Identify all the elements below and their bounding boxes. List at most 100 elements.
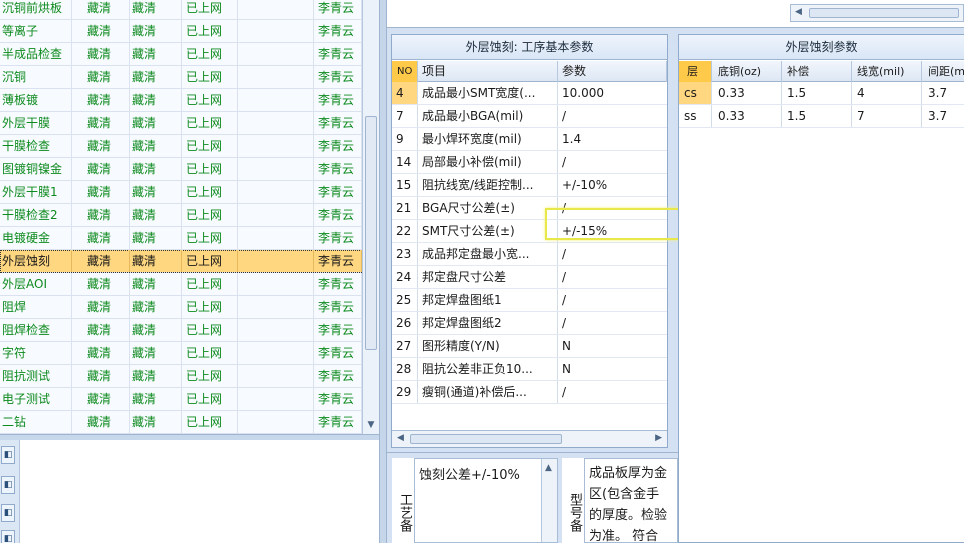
process-cell[interactable]: 李青云	[314, 112, 362, 134]
process-cell[interactable]: 电镀硬金	[0, 227, 72, 249]
params-row[interactable]: 26 邦定焊盘图纸2/	[392, 312, 667, 335]
etch-row[interactable]: ss 0.33 1.5 7 3.7	[679, 105, 964, 128]
process-cell[interactable]: 李青云	[314, 273, 362, 295]
process-cell[interactable]: 藏清	[130, 158, 182, 180]
process-cell[interactable]	[238, 388, 314, 410]
process-cell[interactable]: 藏清	[72, 204, 130, 226]
scroll-left-icon[interactable]: ◀	[397, 433, 404, 443]
scrollbar-thumb[interactable]	[410, 434, 562, 444]
params-cell-no[interactable]: 28	[392, 358, 418, 380]
process-cell[interactable]: 藏清	[130, 66, 182, 88]
params-row[interactable]: 25 邦定焊盘图纸1/	[392, 289, 667, 312]
params-cell-value[interactable]: /	[558, 289, 667, 311]
process-row[interactable]: 薄板镀 藏清 藏清 已上网 李青云	[0, 89, 362, 112]
params-horizontal-scrollbar[interactable]: ◀ ▶	[392, 430, 667, 447]
process-cell[interactable]: 已上网	[182, 342, 238, 364]
process-cell[interactable]: 阻焊	[0, 296, 72, 318]
process-cell[interactable]: 藏清	[130, 342, 182, 364]
process-row[interactable]: 阻抗测试 藏清 藏清 已上网 李青云	[0, 365, 362, 388]
process-cell[interactable]: 藏清	[72, 89, 130, 111]
process-cell[interactable]: 李青云	[314, 66, 362, 88]
process-cell[interactable]: 沉铜	[0, 66, 72, 88]
craft-note-scrollbar[interactable]: ▲	[541, 459, 557, 542]
params-cell-item[interactable]: 成品邦定盘最小宽...	[418, 243, 558, 265]
process-row[interactable]: 外层蚀刻 藏清 藏清 已上网 李青云	[0, 250, 362, 273]
params-cell-no[interactable]: 21	[392, 197, 418, 219]
params-cell-item[interactable]: 邦定焊盘图纸1	[418, 289, 558, 311]
column-header-item[interactable]: 项目	[418, 61, 558, 82]
process-cell[interactable]: 李青云	[314, 43, 362, 65]
params-row[interactable]: 24 邦定盘尺寸公差 /	[392, 266, 667, 289]
process-cell[interactable]: 李青云	[314, 135, 362, 157]
process-cell[interactable]: 藏清	[72, 66, 130, 88]
process-cell[interactable]	[238, 43, 314, 65]
params-cell-value[interactable]: N	[558, 335, 667, 357]
process-cell[interactable]: 李青云	[314, 181, 362, 203]
process-row[interactable]: 图镀铜镍金 藏清 藏清 已上网 李青云	[0, 158, 362, 181]
params-cell-value[interactable]: /	[558, 312, 667, 334]
params-row[interactable]: 15 阻抗线宽/线距控制... +/-10%	[392, 174, 667, 197]
process-cell[interactable]: 外层干膜1	[0, 181, 72, 203]
model-note-textbox[interactable]: 成品板厚为金 区(包含金手 的厚度。检验 为准。 符合	[584, 458, 678, 543]
process-cell[interactable]: 外层蚀刻	[0, 250, 72, 272]
process-cell[interactable]: 李青云	[314, 227, 362, 249]
process-cell[interactable]: 已上网	[182, 250, 238, 272]
toolbar-button-4[interactable]: ◧	[1, 530, 15, 543]
params-row[interactable]: 27 图形精度(Y/N) N	[392, 335, 667, 358]
column-header-spacing[interactable]: 间距(m	[922, 61, 964, 82]
process-cell[interactable]	[238, 89, 314, 111]
process-cell[interactable]	[238, 273, 314, 295]
process-cell[interactable]: 已上网	[182, 181, 238, 203]
process-cell[interactable]: 藏清	[72, 365, 130, 387]
scroll-left-icon[interactable]: ◀	[795, 7, 802, 17]
etch-cell[interactable]: cs	[679, 82, 712, 104]
process-cell[interactable]: 李青云	[314, 296, 362, 318]
column-header-layer[interactable]: 层	[679, 61, 712, 82]
process-cell[interactable]: 已上网	[182, 20, 238, 42]
process-cell[interactable]: 电子测试	[0, 388, 72, 410]
params-cell-item[interactable]: 阻抗公差非正负10...	[418, 358, 558, 380]
process-cell[interactable]: 已上网	[182, 89, 238, 111]
process-cell[interactable]: 李青云	[314, 20, 362, 42]
process-row[interactable]: 干膜检查2 藏清 藏清 已上网 李青云	[0, 204, 362, 227]
process-cell[interactable]: 已上网	[182, 273, 238, 295]
process-cell[interactable]: 藏清	[130, 43, 182, 65]
process-cell[interactable]: 李青云	[314, 388, 362, 410]
process-cell[interactable]: 藏清	[130, 227, 182, 249]
params-cell-value[interactable]: /	[558, 381, 667, 403]
process-cell[interactable]: 藏清	[130, 296, 182, 318]
process-cell[interactable]: 藏清	[72, 296, 130, 318]
process-cell[interactable]: 藏清	[72, 319, 130, 341]
process-cell[interactable]: 已上网	[182, 0, 238, 19]
process-row[interactable]: 半成品检查 藏清 藏清 已上网 李青云	[0, 43, 362, 66]
params-cell-item[interactable]: 图形精度(Y/N)	[418, 335, 558, 357]
params-row[interactable]: 14 局部最小补偿(mil) /	[392, 151, 667, 174]
params-cell-item[interactable]: 邦定焊盘图纸2	[418, 312, 558, 334]
process-cell[interactable]: 半成品检查	[0, 43, 72, 65]
params-cell-item[interactable]: 成品最小SMT宽度(...	[418, 82, 558, 104]
etch-cell[interactable]: 3.7	[922, 105, 964, 127]
scrollbar-thumb[interactable]	[809, 8, 959, 18]
params-row[interactable]: 23 成品邦定盘最小宽... /	[392, 243, 667, 266]
process-cell[interactable]: 阻抗测试	[0, 365, 72, 387]
process-row[interactable]: 电子测试 藏清 藏清 已上网 李青云	[0, 388, 362, 411]
top-horizontal-scrollbar[interactable]: ◀	[790, 4, 964, 22]
process-cell[interactable]: 李青云	[314, 250, 362, 272]
process-row[interactable]: 干膜检查 藏清 藏清 已上网 李青云	[0, 135, 362, 158]
etch-cell[interactable]: 1.5	[782, 105, 852, 127]
process-cell[interactable]: 已上网	[182, 388, 238, 410]
process-cell[interactable]: 藏清	[130, 388, 182, 410]
toolbar-button-3[interactable]: ◧	[1, 504, 15, 522]
params-cell-value[interactable]: 1.4	[558, 128, 667, 150]
params-cell-no[interactable]: 29	[392, 381, 418, 403]
process-grid-vertical-scrollbar[interactable]: ▼	[362, 0, 379, 434]
params-cell-item[interactable]: 最小焊环宽度(mil)	[418, 128, 558, 150]
process-cell[interactable]: 藏清	[72, 342, 130, 364]
process-cell[interactable]	[238, 0, 314, 19]
process-cell[interactable]	[238, 319, 314, 341]
process-cell[interactable]: 藏清	[130, 135, 182, 157]
process-cell[interactable]	[238, 342, 314, 364]
process-row[interactable]: 二钻 藏清 藏清 已上网 李青云	[0, 411, 362, 434]
process-cell[interactable]	[238, 135, 314, 157]
process-cell[interactable]	[238, 20, 314, 42]
